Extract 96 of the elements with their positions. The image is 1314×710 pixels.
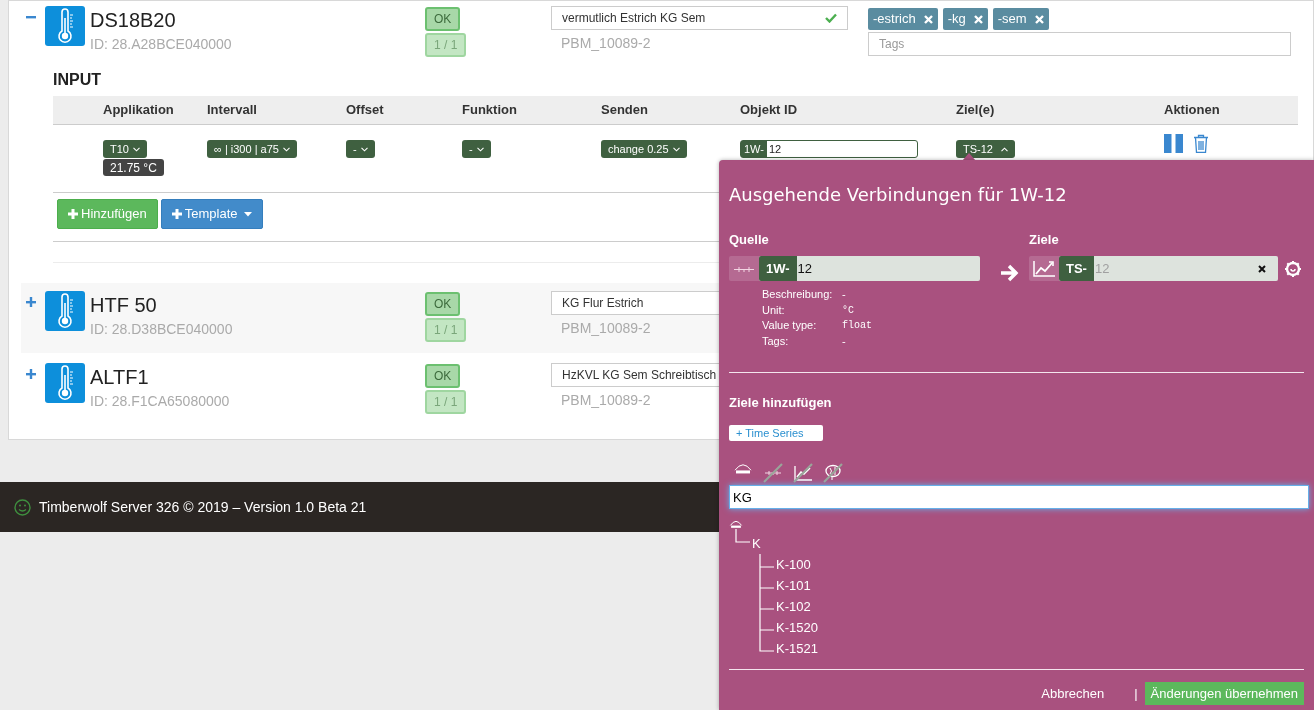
chart-icon (1033, 260, 1055, 277)
tree-line (759, 596, 775, 617)
chart-filter-icon[interactable] (793, 463, 813, 483)
location-text: PBM_10089-2 (561, 34, 651, 52)
count-badge: 1 / 1 (425, 318, 467, 342)
device-id: ID: 28.D38BCE040000 (90, 320, 233, 338)
detail-value: float (842, 319, 872, 333)
delete-icon[interactable] (1193, 134, 1209, 153)
target-dropdown[interactable]: TS-12 (956, 140, 1015, 158)
remove-icon[interactable] (973, 14, 983, 24)
detail-value: - (842, 333, 846, 349)
device-name: HTF 50 (90, 293, 157, 317)
column-header: Objekt ID (740, 101, 798, 120)
source-label: Quelle (729, 232, 769, 248)
pause-icon[interactable] (1164, 134, 1183, 153)
column-header: Applikation (103, 101, 174, 120)
caret-icon (132, 146, 140, 152)
tree-item[interactable]: K-101 (776, 575, 811, 596)
application-dropdown[interactable]: T10 (103, 140, 147, 158)
status-badge: OK (425, 7, 461, 31)
cancel-button[interactable]: Abbrechen (1041, 683, 1105, 704)
column-header: Aktionen (1164, 101, 1220, 120)
smiley-icon (14, 498, 31, 516)
detail-label: Unit: (762, 302, 785, 318)
targets-label: Ziele (1029, 232, 1059, 248)
onewire-filter-icon[interactable] (763, 463, 783, 483)
detail-label: Tags: (762, 333, 789, 349)
clear-icon[interactable] (1258, 264, 1266, 273)
status-badge: OK (425, 292, 461, 316)
remove-icon[interactable] (1034, 14, 1044, 24)
status-badge: OK (425, 364, 461, 388)
column-header: Senden (601, 101, 648, 120)
brain-filter-icon[interactable] (823, 463, 843, 483)
thermometer-icon (45, 363, 85, 403)
tag-chip: -estrich (868, 8, 938, 30)
prefix-label: TS- (1059, 256, 1094, 281)
arrow-right-icon (1000, 264, 1020, 282)
tag-chip: -sem (992, 8, 1049, 30)
tree-line (759, 575, 775, 596)
gear-icon[interactable] (1284, 260, 1302, 278)
tags-field[interactable]: Tags (868, 32, 1291, 56)
knx-icon (729, 520, 743, 529)
device-id: ID: 28.F1CA65080000 (90, 392, 230, 410)
remove-icon[interactable] (923, 14, 933, 24)
caret-icon (672, 146, 680, 152)
location-text: PBM_10089-2 (561, 391, 651, 409)
tree-item[interactable]: K (752, 533, 761, 554)
column-header: Offset (346, 101, 384, 120)
thermometer-icon (45, 291, 85, 331)
popover-title: Ausgehende Verbindungen für 1W-12 (729, 184, 1067, 206)
tree-line (759, 617, 775, 638)
column-header: Intervall (207, 101, 257, 120)
send-dropdown[interactable]: change 0.25 (601, 140, 687, 158)
thermometer-icon (45, 6, 85, 46)
section-heading: INPUT (53, 71, 101, 89)
caret-icon (476, 146, 484, 152)
section-heading: Ziele hinzufügen (729, 395, 832, 411)
object-id-field[interactable]: 1W- 12 (740, 140, 918, 158)
expand-icon[interactable] (25, 368, 37, 380)
separator-text: | (1134, 684, 1138, 703)
onewire-icon (734, 265, 754, 272)
tree-item[interactable]: K-100 (776, 554, 811, 575)
device-name: DS18B20 (90, 8, 176, 32)
tag-chip: -kg (942, 8, 988, 30)
add-target-button[interactable]: + Time Series (729, 425, 823, 441)
tree-item[interactable]: K-1520 (776, 617, 818, 638)
tree-line (759, 554, 775, 575)
reading-badge: 21.75 °C (103, 159, 164, 176)
footer-text: Timberwolf Server 326 © 2019 – Version 1.0 Beta 21 (39, 497, 367, 517)
expand-icon[interactable] (25, 296, 37, 308)
check-icon (825, 13, 837, 23)
tree-item[interactable]: K-1521 (776, 638, 818, 659)
count-badge: 1 / 1 (425, 390, 467, 414)
function-dropdown[interactable]: - (462, 140, 491, 158)
column-header: Funktion (462, 101, 517, 120)
offset-dropdown[interactable]: - (346, 140, 375, 158)
device-id: ID: 28.A28BCE040000 (90, 35, 232, 53)
template-button[interactable]: Template (160, 199, 263, 229)
tree-item[interactable]: K-102 (776, 596, 811, 617)
detail-label: Value type: (762, 318, 817, 333)
caret-icon (360, 146, 368, 152)
column-header: Ziel(e) (956, 101, 995, 120)
device-name: ALTF1 (90, 365, 149, 389)
caret-icon (282, 146, 290, 152)
caret-icon (243, 211, 252, 217)
interval-dropdown[interactable]: ∞ | i300 | a75 (207, 140, 297, 158)
target-input[interactable]: 12 (1093, 256, 1258, 281)
prefix-label: 1W- (759, 256, 797, 281)
description-field[interactable]: vermutlich Estrich KG Sem (551, 6, 848, 30)
plus-icon (171, 209, 182, 219)
count-badge: 1 / 1 (425, 33, 467, 57)
prefix-label: 1W- (741, 141, 767, 157)
location-text: PBM_10089-2 (561, 319, 651, 337)
plus-icon (68, 209, 78, 219)
link-field[interactable]: 1W- 12 (729, 256, 980, 281)
search-field[interactable]: KG (729, 485, 1309, 509)
